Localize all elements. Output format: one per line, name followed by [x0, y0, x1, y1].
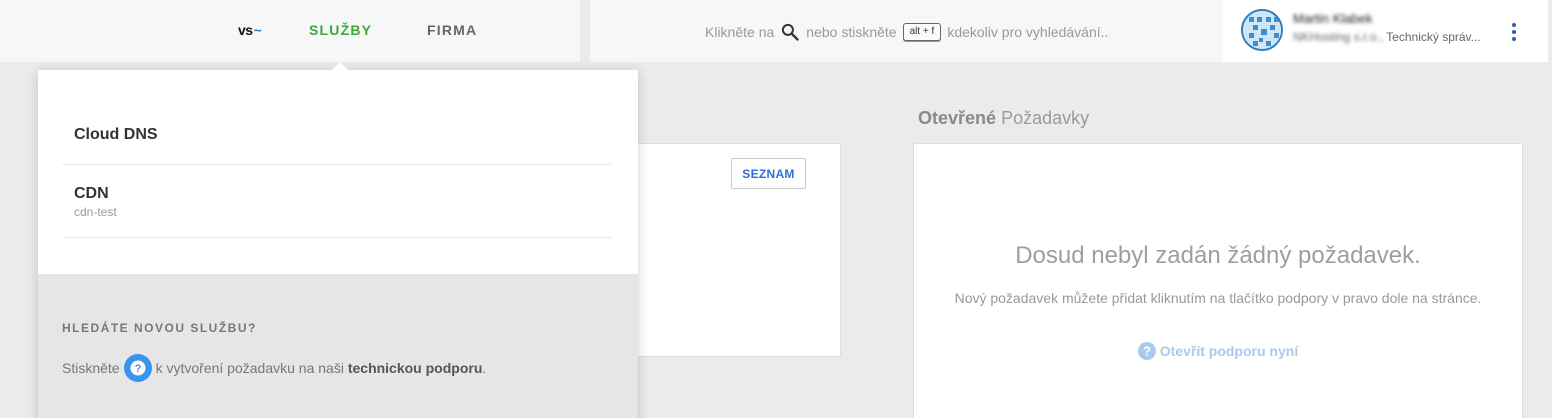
user-company: NKHosting s.r.o., [1293, 30, 1384, 44]
dropdown-item-title: CDN [74, 185, 109, 202]
user-name: Martin Klabek [1293, 11, 1373, 26]
svg-text:?: ? [1143, 344, 1151, 359]
search-hint: Klikněte na nebo stiskněte alt + f kdeko… [705, 22, 1108, 42]
services-card: SEZNAM [620, 143, 841, 357]
dropdown-item-cdn[interactable]: CDN cdn-test [62, 165, 612, 238]
tab-firma[interactable]: FIRMA [427, 22, 477, 38]
search-icon[interactable] [780, 22, 800, 42]
avatar-pattern-icon [1243, 11, 1281, 49]
new-service-text: Stiskněte ? k vytvoření požadavku na naš… [62, 354, 486, 382]
dropdown-footer: HLEDÁTE NOVOU SLUŽBU? Stiskněte ? k vytv… [38, 274, 638, 418]
dropdown-item-subtitle: cdn-test [74, 205, 117, 219]
dropdown-caret [330, 62, 350, 72]
dropdown-item-title: Cloud DNS [74, 126, 158, 143]
help-button-icon[interactable]: ? [123, 354, 152, 382]
user-role: Technický správ... [1386, 30, 1481, 44]
empty-state-title: Dosud nebyl zadán žádný požadavek. [1015, 242, 1421, 269]
search-hint-suffix: kdekoliv pro vyhledávání.. [947, 24, 1109, 40]
tab-sluzby[interactable]: SLUŽBY [309, 22, 372, 38]
requests-title: Otevřené Požadavky [918, 108, 1089, 129]
question-icon: ? [130, 360, 146, 376]
logo-text: vs [238, 22, 253, 38]
new-service-heading: HLEDÁTE NOVOU SLUŽBU? [62, 321, 257, 335]
dropdown-item-cloud-dns[interactable]: Cloud DNS [62, 108, 612, 165]
search-hint-prefix: Klikněte na [705, 24, 775, 40]
new-service-text-after: . [482, 360, 487, 376]
keyboard-shortcut: alt + f [902, 23, 942, 41]
services-dropdown: Cloud DNS CDN cdn-test HLEDÁTE NOVOU SLU… [38, 62, 638, 418]
empty-state-subtitle: Nový požadavek můžete přidat kliknutím n… [954, 290, 1482, 306]
requests-title-bold: Otevřené [918, 108, 997, 128]
support-link[interactable]: technickou podporu [348, 360, 483, 376]
new-service-text-middle: k vytvoření požadavku na naši [155, 360, 344, 376]
logo[interactable]: vs~ [238, 22, 262, 38]
top-bar: vs~ SLUŽBY FIRMA Klikněte na nebo stiskn… [0, 0, 1552, 62]
search-bar[interactable]: Klikněte na nebo stiskněte alt + f kdeko… [590, 0, 1222, 62]
user-menu[interactable]: Martin Klabek NKHosting s.r.o., Technick… [1222, 0, 1548, 62]
avatar[interactable] [1241, 9, 1283, 51]
new-service-text-before: Stiskněte [62, 360, 120, 376]
logo-tilde: ~ [253, 22, 262, 38]
open-support-link[interactable]: ? Otevřít podporu nyní [914, 342, 1522, 360]
user-subtitle: NKHosting s.r.o., Technický správ... [1293, 30, 1481, 44]
search-hint-middle: nebo stiskněte [806, 24, 897, 40]
seznam-button[interactable]: SEZNAM [731, 158, 806, 189]
requests-card: Dosud nebyl zadán žádný požadavek. Nový … [913, 143, 1523, 418]
help-icon: ? [1137, 342, 1156, 360]
svg-text:?: ? [134, 363, 141, 375]
main-nav: vs~ SLUŽBY FIRMA [0, 0, 580, 62]
more-vert-icon[interactable] [1510, 22, 1518, 42]
open-support-label: Otevřít podporu nyní [1159, 343, 1299, 359]
requests-title-rest: Požadavky [1001, 108, 1090, 128]
